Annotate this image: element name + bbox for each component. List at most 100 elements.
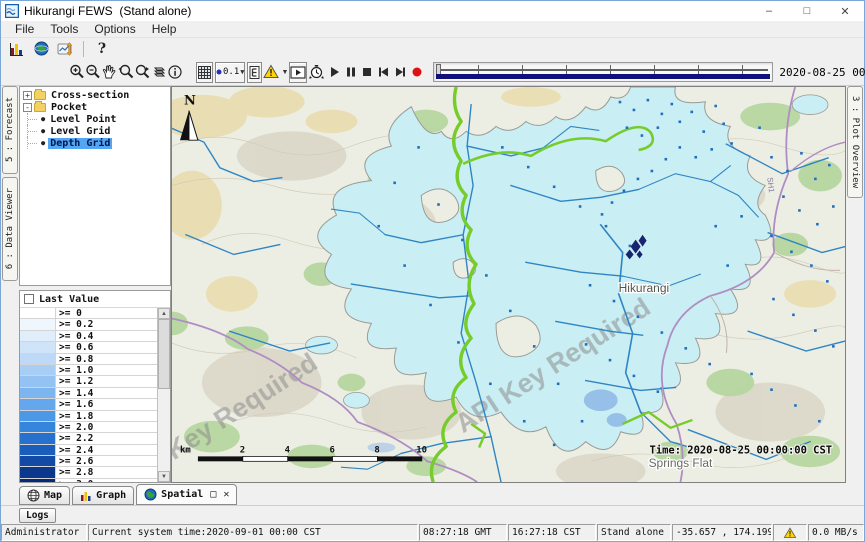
zoom-next-icon[interactable] (134, 62, 151, 83)
warning-dropdown[interactable]: ▼ (263, 62, 288, 83)
bar-chart-icon[interactable] (5, 39, 29, 58)
record-button[interactable] (411, 62, 423, 83)
scrollbar-thumb[interactable] (158, 319, 170, 389)
maximize-button[interactable]: □ (788, 1, 826, 21)
menu-options[interactable]: Options (86, 21, 143, 38)
tab-forecast[interactable]: 5 : Forecast (2, 86, 18, 174)
menu-help[interactable]: Help (144, 21, 185, 38)
tree-item-level-grid[interactable]: ●Level Grid (22, 125, 170, 137)
menu-tools[interactable]: Tools (42, 21, 86, 38)
tab-plot-overview[interactable]: 3 : Plot Overview (847, 86, 863, 198)
right-tab-strip: 3 : Plot Overview (846, 86, 864, 483)
legend-row: >= 2.2 (20, 433, 157, 444)
tree-item-label: Level Grid (48, 126, 112, 137)
legend-row: >= 3.0 (20, 479, 157, 482)
zoom-out-icon[interactable] (85, 62, 101, 83)
interval-dropdown[interactable]: 0.1 ▼ (215, 62, 245, 83)
tree-connector (27, 137, 41, 149)
info-icon[interactable] (167, 62, 183, 83)
skip-to-end-button[interactable] (394, 62, 407, 83)
time-series-dialog-icon[interactable] (53, 39, 77, 58)
tree-list: +Cross-section-Pocket●Level Point●Level … (22, 89, 170, 149)
tab-spatial[interactable]: Spatial □ ✕ (136, 484, 237, 505)
status-bandwidth: 0.0 MB/s (808, 524, 864, 541)
time-slider-range-bar (436, 74, 770, 79)
filter-tree[interactable]: +Cross-section-Pocket●Level Point●Level … (19, 86, 171, 286)
status-system-time: Current system time:2020-09-01 00:00 CST (88, 524, 418, 541)
scroll-down-icon[interactable]: ▼ (158, 471, 170, 482)
tree-item-depth-grid[interactable]: ●Depth Grid (22, 137, 170, 149)
node-bullet-icon: ● (41, 115, 45, 123)
time-slider-track (438, 69, 768, 71)
map-label-sh1: SH1 (765, 177, 776, 194)
bottom-tab-bar: Map Graph Spatial □ ✕ (1, 483, 864, 505)
legend-button[interactable] (247, 62, 262, 83)
menu-file[interactable]: File (7, 21, 42, 38)
svg-text:6: 6 (330, 445, 335, 455)
legend-swatch (20, 422, 56, 432)
animation-dialog-button[interactable] (289, 62, 307, 83)
legend-swatch (20, 479, 56, 482)
left-panel: +Cross-section-Pocket●Level Point●Level … (19, 86, 171, 483)
legend-row: >= 1.6 (20, 399, 157, 410)
tree-item-pocket[interactable]: -Pocket (22, 101, 170, 113)
tab-map[interactable]: Map (19, 486, 70, 505)
wire-globe-icon (27, 489, 40, 502)
map-time-overlay: Time: 2020-08-25 00:00:00 CST (650, 444, 833, 456)
svg-text:4: 4 (285, 445, 290, 455)
scale-unit-label: km (180, 445, 191, 455)
interval-value: 0.1 (223, 67, 239, 77)
tab-data-viewer[interactable]: 6 : Data Viewer (2, 177, 18, 281)
legend-label: >= 1.2 (56, 376, 157, 386)
tree-item-cross-section[interactable]: + Cross-section (22, 89, 170, 101)
minimize-button[interactable]: – (750, 1, 788, 21)
grid-display-button[interactable] (196, 62, 213, 83)
map-canvas[interactable]: API Key Required API Key Required (172, 87, 845, 482)
zoom-in-icon[interactable] (69, 62, 85, 83)
legend-swatch (20, 433, 56, 443)
legend-scrollbar[interactable]: ▲ ▼ (158, 308, 170, 482)
legend-row: >= 1.8 (20, 411, 157, 422)
legend-label: >= 0 (56, 308, 157, 318)
legend-row: >= 0.2 (20, 319, 157, 330)
tree-connector (27, 113, 41, 125)
legend-label: >= 3.0 (56, 479, 157, 482)
last-value-checkbox[interactable] (24, 294, 34, 304)
left-tab-strip: 5 : Forecast 6 : Data Viewer (1, 86, 19, 483)
play-button[interactable] (329, 62, 341, 83)
scroll-up-icon[interactable]: ▲ (158, 308, 170, 319)
map-label-hikurangi: Hikurangi (619, 281, 669, 295)
tree-expander-icon[interactable]: - (23, 103, 32, 112)
tab-close-icon[interactable]: ✕ (223, 489, 229, 500)
toolbar-separator (83, 41, 84, 57)
layers-icon[interactable] (151, 62, 167, 83)
tree-expander-icon[interactable]: + (23, 91, 32, 100)
logs-button[interactable]: Logs (19, 508, 56, 523)
legend-row: >= 1.2 (20, 376, 157, 387)
status-warning[interactable] (773, 524, 807, 541)
globe-icon (144, 488, 157, 501)
pause-button[interactable] (345, 62, 357, 83)
legend-label: >= 1.4 (56, 388, 157, 398)
help-button[interactable]: ? (90, 39, 114, 58)
legend-label: >= 2.8 (56, 467, 157, 477)
map-panel: API Key Required API Key Required (171, 86, 846, 483)
legend-swatch (20, 445, 56, 455)
skip-to-start-button[interactable] (377, 62, 390, 83)
zoom-previous-icon[interactable] (117, 62, 134, 83)
legend-row: >= 2.6 (20, 456, 157, 467)
tab-graph[interactable]: Graph (72, 486, 134, 505)
legend-header: Last Value (20, 291, 170, 308)
map-toolbar: 0.1 ▼ ▼ (1, 59, 864, 86)
legend-swatch (20, 308, 56, 318)
timer-icon[interactable] (308, 62, 325, 83)
close-button[interactable]: ✕ (826, 1, 864, 21)
tree-item-label: Level Point (48, 114, 118, 125)
pan-hand-icon[interactable] (101, 62, 117, 83)
stop-button[interactable] (361, 62, 373, 83)
globe-icon[interactable] (29, 39, 53, 58)
tree-item-level-point[interactable]: ●Level Point (22, 113, 170, 125)
tree-item-label: Cross-section (49, 90, 131, 101)
tab-restore-icon[interactable]: □ (210, 489, 216, 500)
time-slider[interactable] (433, 62, 773, 82)
